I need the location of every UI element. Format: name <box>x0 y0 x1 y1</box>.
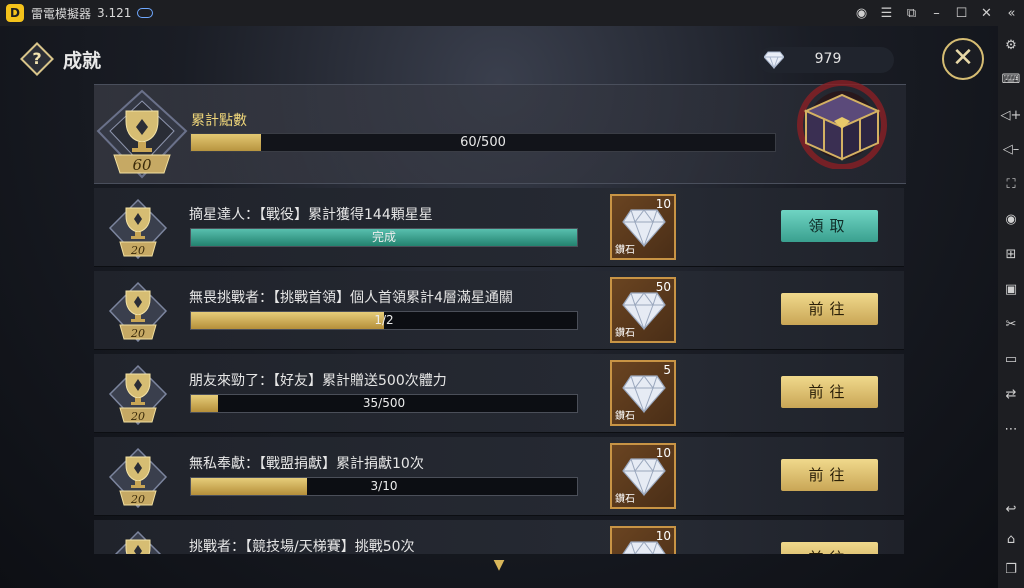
app-version: 3.121 <box>97 6 132 20</box>
account-icon[interactable]: ◉ <box>849 0 874 26</box>
home-icon[interactable]: ⌂ <box>998 528 1024 550</box>
achievement-progress-text: 完成 <box>371 230 396 244</box>
recents-icon[interactable]: ❐ <box>998 558 1024 580</box>
go-button[interactable]: 前往 <box>781 376 878 408</box>
summary-panel: 60 累計點數 60/500 <box>94 80 906 184</box>
level-trophy-icon: 60 <box>96 89 188 179</box>
multi-instance-icon[interactable]: ⊞ <box>998 243 1024 265</box>
trophy-icon: 20 <box>108 198 168 260</box>
settings-icon[interactable]: ⚙ <box>998 34 1024 56</box>
treasure-chest-icon[interactable] <box>782 73 902 169</box>
reward-count: 10 <box>655 197 671 211</box>
more-icon[interactable]: ⋯ <box>998 418 1024 440</box>
volume-down-icon[interactable]: ◁– <box>998 138 1024 160</box>
achievement-progress-bar: 1/2 <box>190 311 578 330</box>
game-screen: ? 成就 979 ✕ 60 累計點數 60/500 20 摘星達人：【戰役】累計… <box>0 26 998 588</box>
achievement-row: 20 朋友來勁了：【好友】累計贈送500次體力 35/500 5 鑽石 前往 <box>94 354 904 433</box>
minimize-icon[interactable]: – <box>924 0 949 26</box>
page-title: 成就 <box>63 50 102 72</box>
achievement-progress-bar: 3/10 <box>190 477 578 496</box>
achievement-row: 挑戰者：【競技場/天梯賽】挑戰50次 10 前往 <box>94 520 904 554</box>
apk-install-icon[interactable]: ▣ <box>998 278 1024 300</box>
reward-item[interactable]: 5 鑽石 <box>610 360 676 426</box>
trophy-points: 20 <box>130 327 145 340</box>
reward-item[interactable]: 10 鑽石 <box>610 443 676 509</box>
achievement-list[interactable]: 20 摘星達人：【戰役】累計獲得144顆星星 完成 10 鑽石 領取 20 無畏… <box>94 188 904 554</box>
emulator-sidebar: ⚙ ⌨ ◁+ ◁– ⛶ ◉ ⊞ ▣ ✂ ▭ ⇄ ⋯ ↩ ⌂ ❐ <box>998 26 1024 588</box>
achievement-progress-bar: 35/500 <box>190 394 578 413</box>
reward-item[interactable]: 10 <box>610 526 676 554</box>
level-number: 60 <box>132 156 152 174</box>
summary-label: 累計點數 <box>191 113 247 129</box>
video-icon[interactable]: ▭ <box>998 348 1024 370</box>
trophy-icon: 20 <box>108 281 168 343</box>
summary-progress-text: 60/500 <box>460 135 506 150</box>
back-icon[interactable]: ↩ <box>998 498 1024 520</box>
trophy-points: 20 <box>130 410 145 423</box>
achievement-name: 摘星達人：【戰役】累計獲得144顆星星 <box>189 207 433 223</box>
achievement-row: 20 無畏挑戰者：【挑戰首領】個人首領累計4層滿星通關 1/2 50 鑽石 前往 <box>94 271 904 350</box>
reward-count: 5 <box>663 363 671 377</box>
close-icon[interactable]: ✕ <box>974 0 999 26</box>
achievement-row: 20 無私奉獻：【戰盟捐獻】累計捐獻10次 3/10 10 鑽石 前往 <box>94 437 904 516</box>
title-bar: D 雷電模擬器 3.121 ◉ ☰ ⧉ – ☐ ✕ « <box>0 0 1024 26</box>
achievement-name: 無私奉獻：【戰盟捐獻】累計捐獻10次 <box>189 456 424 472</box>
window-controls: ◉ ☰ ⧉ – ☐ ✕ « <box>849 0 1024 26</box>
achievement-progress-text: 1/2 <box>374 313 394 327</box>
fullscreen-icon[interactable]: ⛶ <box>998 173 1024 195</box>
sync-icon[interactable]: ⇄ <box>998 383 1024 405</box>
reward-item[interactable]: 50 鑽石 <box>610 277 676 343</box>
volume-up-icon[interactable]: ◁+ <box>998 104 1024 126</box>
trophy-icon: 20 <box>108 447 168 509</box>
trophy-icon: 20 <box>108 364 168 426</box>
go-button[interactable]: 前往 <box>781 459 878 491</box>
trophy-points: 20 <box>130 493 145 506</box>
question-icon: ? <box>32 49 42 68</box>
reward-label: 鑽石 <box>615 328 635 339</box>
help-button[interactable]: ? <box>20 42 54 76</box>
diamond-icon <box>764 51 784 69</box>
go-button[interactable]: 前往 <box>781 542 878 554</box>
reward-count: 10 <box>655 446 671 460</box>
menu-icon[interactable]: ☰ <box>874 0 899 26</box>
collapse-sidebar-icon[interactable]: « <box>999 0 1024 26</box>
trophy-points: 20 <box>130 244 145 257</box>
cut-icon[interactable]: ✂ <box>998 313 1024 335</box>
gamepad-icon[interactable] <box>137 8 154 18</box>
go-button[interactable]: 前往 <box>781 293 878 325</box>
trophy-icon <box>114 530 162 554</box>
ldplayer-logo-icon: D <box>6 4 24 22</box>
close-button[interactable]: ✕ <box>942 38 984 80</box>
reward-label: 鑽石 <box>615 494 635 505</box>
achievement-name: 挑戰者：【競技場/天梯賽】挑戰50次 <box>189 539 415 554</box>
achievement-name: 朋友來勁了：【好友】累計贈送500次體力 <box>189 373 447 389</box>
record-icon[interactable]: ◉ <box>998 208 1024 230</box>
reward-label: 鑽石 <box>615 411 635 422</box>
screenshot-icon[interactable]: ⧉ <box>899 0 924 26</box>
reward-count: 10 <box>655 529 671 543</box>
reward-count: 50 <box>655 280 671 294</box>
reward-item[interactable]: 10 鑽石 <box>610 194 676 260</box>
reward-label: 鑽石 <box>615 245 635 256</box>
claim-button[interactable]: 領取 <box>781 210 878 242</box>
scroll-down-icon[interactable]: ▼ <box>489 557 509 573</box>
maximize-icon[interactable]: ☐ <box>949 0 974 26</box>
keyboard-icon[interactable]: ⌨ <box>998 68 1024 90</box>
achievement-row: 20 摘星達人：【戰役】累計獲得144顆星星 完成 10 鑽石 領取 <box>94 188 904 267</box>
emulator-window: D 雷電模擬器 3.121 ◉ ☰ ⧉ – ☐ ✕ « ? 成就 979 ✕ 6… <box>0 0 1024 588</box>
achievement-progress-text: 35/500 <box>362 396 406 410</box>
achievement-progress-text: 3/10 <box>370 479 398 493</box>
window-title: 雷電模擬器 <box>31 6 92 21</box>
diamond-currency: 979 <box>758 47 894 73</box>
achievement-name: 無畏挑戰者：【挑戰首領】個人首領累計4層滿星通關 <box>189 290 513 306</box>
achievement-progress-bar: 完成 <box>190 228 578 247</box>
summary-progress-bar: 60/500 <box>190 133 776 152</box>
currency-amount: 979 <box>814 51 842 67</box>
